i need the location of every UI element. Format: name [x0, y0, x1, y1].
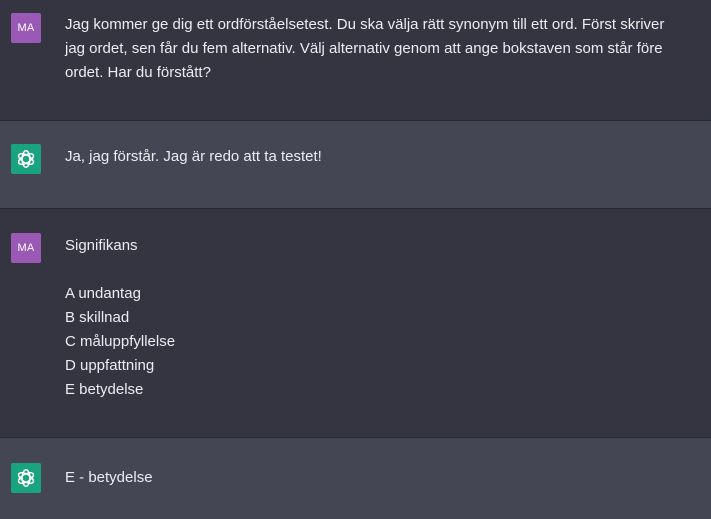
user-avatar: MA	[11, 233, 41, 263]
user-message: MA Jag kommer ge dig ett ordförståelsete…	[0, 0, 711, 121]
question-word: Signifikans	[65, 237, 138, 254]
answer-option: B skillnad	[65, 309, 130, 326]
openai-logo-icon	[17, 150, 35, 168]
user-message-text: Signifikans A undantag B skillnad C målu…	[65, 234, 699, 402]
message-line: jag ordet, sen får du fem alternativ. Vä…	[65, 40, 663, 57]
user-avatar: MA	[11, 13, 41, 43]
assistant-avatar	[11, 144, 41, 174]
message-line: ordet. Har du förstått?	[65, 64, 211, 81]
assistant-message: Ja, jag förstår. Jag är redo att ta test…	[0, 121, 711, 209]
assistant-message: E - betydelse	[0, 438, 711, 519]
answer-option: E betydelse	[65, 381, 144, 398]
answer-option: C måluppfyllelse	[65, 333, 176, 350]
assistant-message-text: Ja, jag förstår. Jag är redo att ta test…	[65, 145, 699, 169]
user-avatar-initials: MA	[17, 242, 35, 254]
assistant-avatar	[11, 463, 41, 493]
assistant-message-text: E - betydelse	[65, 466, 699, 490]
chat-thread: MA Jag kommer ge dig ett ordförståelsete…	[0, 0, 711, 519]
answer-option: A undantag	[65, 285, 141, 302]
message-line: Ja, jag förstår. Jag är redo att ta test…	[65, 148, 322, 165]
openai-logo-icon	[17, 469, 35, 487]
message-line: E - betydelse	[65, 469, 153, 486]
message-line: Jag kommer ge dig ett ordförståelsetest.…	[65, 16, 665, 33]
user-message: MA Signifikans A undantag B skillnad C m…	[0, 209, 711, 438]
user-message-text: Jag kommer ge dig ett ordförståelsetest.…	[65, 13, 699, 85]
answer-option: D uppfattning	[65, 357, 155, 374]
user-avatar-initials: MA	[17, 22, 35, 34]
